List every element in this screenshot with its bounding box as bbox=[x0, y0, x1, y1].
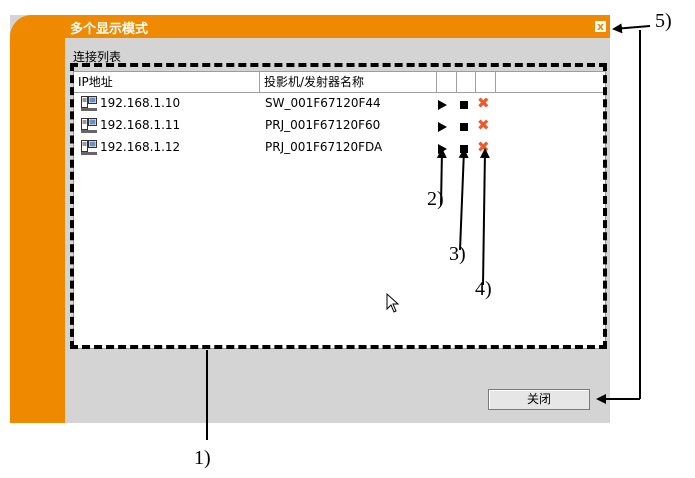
callout-arrows bbox=[206, 23, 651, 440]
callout-4: 4) bbox=[475, 278, 492, 300]
callout-3: 3) bbox=[449, 243, 466, 265]
callout-5: 5) bbox=[655, 10, 672, 32]
callout-1: 1) bbox=[194, 447, 211, 469]
callout-2: 2) bbox=[427, 188, 444, 210]
